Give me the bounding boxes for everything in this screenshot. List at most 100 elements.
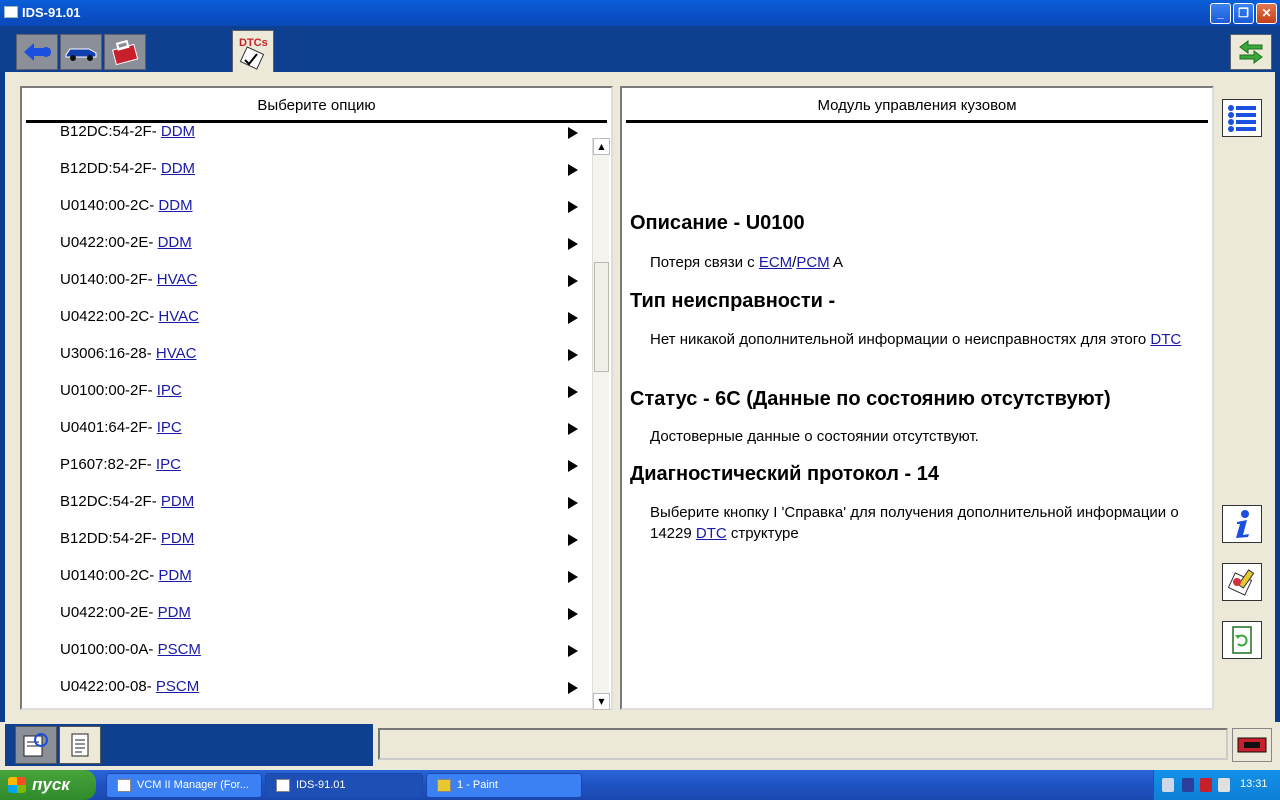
ids-app-icon (276, 779, 290, 792)
module-link[interactable]: IPC (157, 382, 182, 399)
module-link[interactable]: DDM (161, 160, 195, 177)
module-link[interactable]: PDM (158, 567, 191, 584)
dtc-code: U0401:64-2F- IPC (60, 419, 182, 436)
module-link[interactable]: IPC (157, 419, 182, 436)
tab-dtcs[interactable]: DTCs (232, 30, 274, 72)
volume-icon[interactable] (1218, 778, 1230, 792)
expand-arrow-icon[interactable] (568, 645, 578, 657)
maximize-button[interactable]: ❐ (1233, 3, 1254, 24)
security-shield-icon[interactable] (1200, 778, 1212, 792)
toolbox-button[interactable] (104, 34, 146, 70)
title-bar[interactable]: IDS-91.01 _ ❐ ✕ (0, 0, 1280, 26)
scroll-down-button[interactable]: ▼ (593, 693, 610, 710)
expand-arrow-icon[interactable] (568, 386, 578, 398)
dtc-link-protocol[interactable]: DTC (696, 525, 727, 542)
dtc-link-fault[interactable]: DTC (1150, 331, 1181, 348)
expand-arrow-icon[interactable] (568, 534, 578, 546)
expand-arrow-icon[interactable] (568, 460, 578, 472)
dtc-list-item[interactable]: U0422:00-2E- DDM (22, 225, 590, 262)
dtc-separator: - (151, 493, 161, 510)
dtc-list-item[interactable]: U0422:00-2C- HVAC (22, 299, 590, 336)
module-link[interactable]: PDM (158, 604, 191, 621)
expand-arrow-icon[interactable] (568, 608, 578, 620)
dtc-code-text: U0422:00-2C (60, 308, 150, 325)
taskbar-item-vcm[interactable]: VCM II Manager (For... (106, 773, 262, 798)
dtc-list-item[interactable]: B12DD:54-2F- DDM (22, 151, 590, 188)
module-link[interactable]: HVAC (156, 345, 197, 362)
dtc-separator: - (148, 641, 158, 658)
back-arrow-icon (24, 43, 51, 61)
info-button[interactable] (1222, 505, 1262, 543)
expand-arrow-icon[interactable] (568, 423, 578, 435)
expand-arrow-icon[interactable] (568, 349, 578, 361)
dtc-code: B12DD:54-2F- DDM (60, 160, 195, 177)
pcm-link[interactable]: PCM (796, 254, 829, 271)
bottom-tab-strip (5, 724, 373, 766)
expand-arrow-icon[interactable] (568, 164, 578, 176)
module-link[interactable]: DDM (161, 126, 195, 140)
expand-arrow-icon[interactable] (568, 201, 578, 213)
dtc-list-item[interactable]: U0100:00-2F- IPC (22, 373, 590, 410)
dtc-code-text: U3006:16-28 (60, 345, 147, 362)
module-link[interactable]: PSCM (156, 678, 199, 695)
dtc-list-item[interactable]: U0100:00-0A- PSCM (22, 632, 590, 669)
refresh-document-button[interactable] (1222, 621, 1262, 659)
scrollbar[interactable]: ▲ ▼ (592, 138, 610, 710)
dtc-list-item[interactable]: U3006:16-28- HVAC (22, 336, 590, 373)
taskbar-item-paint[interactable]: 1 - Paint (426, 773, 582, 798)
description-text: Потеря связи с ECM/PCM A (650, 252, 1195, 273)
dtc-code: U0422:00-08- PSCM (60, 678, 199, 695)
dtc-code-text: U0100:00-2F (60, 382, 148, 399)
ecm-link[interactable]: ECM (759, 254, 792, 271)
module-link[interactable]: DDM (158, 234, 192, 251)
close-button[interactable]: ✕ (1256, 3, 1277, 24)
dtc-code: U0140:00-2F- HVAC (60, 271, 197, 288)
scroll-up-button[interactable]: ▲ (593, 138, 610, 155)
dtc-list-item[interactable]: B12DC:54-2F- PDM (22, 484, 590, 521)
fault-type-text: Нет никакой дополнительной информации о … (650, 329, 1195, 350)
document-tab[interactable] (59, 726, 101, 764)
expand-arrow-icon[interactable] (568, 312, 578, 324)
stop-button[interactable] (1232, 728, 1272, 762)
module-link[interactable]: DDM (158, 197, 192, 214)
module-link[interactable]: PDM (161, 493, 194, 510)
start-button[interactable]: пуск (0, 770, 96, 800)
module-link[interactable]: PDM (161, 530, 194, 547)
dtc-list-item[interactable]: P1607:82-2F- IPC (22, 447, 590, 484)
device-icon[interactable] (1182, 778, 1194, 792)
list-view-button[interactable] (1222, 99, 1262, 137)
module-link[interactable]: HVAC (157, 271, 198, 288)
dtc-separator: - (151, 530, 161, 547)
expand-arrow-icon[interactable] (568, 497, 578, 509)
vcm-app-icon (117, 779, 131, 792)
taskbar: пуск VCM II Manager (For... IDS-91.01 1 … (0, 770, 1280, 800)
minimize-button[interactable]: _ (1210, 3, 1231, 24)
expand-arrow-icon[interactable] (568, 275, 578, 287)
module-link[interactable]: HVAC (158, 308, 199, 325)
expand-arrow-icon[interactable] (568, 238, 578, 250)
protocol-heading: Диагностический протокол - 14 (630, 463, 939, 485)
dtc-list-item[interactable]: U0422:00-08- PSCM (22, 669, 590, 706)
module-link[interactable]: IPC (156, 456, 181, 473)
report-button[interactable] (1222, 563, 1262, 601)
expand-arrow-icon[interactable] (568, 682, 578, 694)
module-link[interactable]: PSCM (158, 641, 201, 658)
expand-arrow-icon[interactable] (568, 571, 578, 583)
swap-button[interactable] (1230, 34, 1272, 70)
scroll-thumb[interactable] (594, 262, 609, 372)
back-button[interactable] (16, 34, 58, 70)
expand-arrow-icon[interactable] (568, 127, 578, 139)
option-list-header: Выберите опцию (26, 90, 607, 123)
dtc-list-item[interactable]: B12DD:54-2F- PDM (22, 521, 590, 558)
dtc-list-item[interactable]: U0140:00-2C- DDM (22, 188, 590, 225)
dtc-list-item[interactable]: U0422:00-2E- PDM (22, 595, 590, 632)
taskbar-item-ids[interactable]: IDS-91.01 (265, 773, 423, 798)
network-icon[interactable] (1162, 778, 1174, 792)
dtc-list-item[interactable]: B12DC:54-2F- DDM (22, 126, 590, 151)
vehicle-button[interactable] (60, 34, 102, 70)
dtc-list-item[interactable]: U0401:64-2F- IPC (22, 410, 590, 447)
dtc-list-item[interactable]: U0140:00-2F- HVAC (22, 262, 590, 299)
dtc-code: B12DC:54-2F- PDM (60, 493, 194, 510)
dtc-list-item[interactable]: U0140:00-2C- PDM (22, 558, 590, 595)
session-log-tab[interactable] (15, 726, 57, 764)
